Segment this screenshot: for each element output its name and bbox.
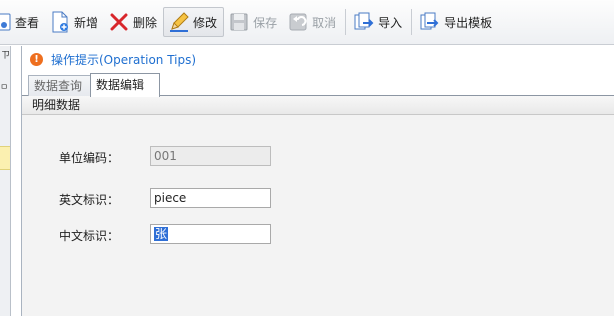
left-panel: ㄗ ㅁ (0, 46, 11, 316)
edit-button[interactable]: 修改 (163, 7, 225, 37)
export-template-button[interactable]: 导出模板 (415, 7, 498, 37)
tab-data-edit[interactable]: 数据编辑 (90, 73, 160, 97)
unit-code-field: 001 (150, 146, 271, 166)
save-disk-icon (228, 11, 250, 33)
edit-label: 修改 (193, 15, 218, 30)
english-id-row: 英文标识： piece (22, 188, 614, 208)
english-id-field[interactable]: piece (150, 188, 271, 208)
unit-code-row: 单位编码： 001 (22, 146, 614, 166)
detail-form: 单位编码： 001 英文标识： piece 中文标识： 张 (22, 116, 614, 316)
pin-icon[interactable]: ㄗ (1, 48, 10, 61)
import-icon (353, 11, 375, 33)
save-button[interactable]: 保存 (224, 7, 283, 37)
pencil-icon (168, 11, 190, 33)
cancel-button[interactable]: 取消 (283, 7, 342, 37)
chinese-id-field[interactable]: 张 (150, 224, 271, 244)
add-label: 新增 (74, 15, 99, 30)
export-icon (419, 11, 441, 33)
toolbar-separator (345, 9, 347, 35)
delete-button[interactable]: 删除 (104, 7, 163, 37)
chinese-id-row: 中文标识： 张 (22, 224, 614, 244)
view-label: 查看 (15, 15, 40, 30)
toolbar: 查看 新增 删除 修改 保存 取消 导入 导出模板 (0, 0, 614, 45)
left-panel-selected-item[interactable] (0, 146, 10, 170)
main-panel: ! 操作提示(Operation Tips) 数据查询 数据编辑 明细数据 单位… (21, 46, 614, 316)
add-button[interactable]: 新增 (45, 7, 104, 37)
delete-x-icon (108, 11, 130, 33)
new-document-icon (49, 11, 71, 33)
english-id-label: 英文标识： (59, 193, 120, 207)
view-icon (0, 11, 12, 33)
tab-bar: 数据查询 数据编辑 (22, 72, 614, 97)
save-label: 保存 (253, 15, 278, 30)
warning-icon: ! (30, 52, 43, 66)
chinese-id-label: 中文标识： (59, 229, 120, 243)
toolbar-separator (411, 9, 413, 35)
import-button[interactable]: 导入 (349, 7, 408, 37)
cancel-label: 取消 (312, 15, 337, 30)
delete-label: 删除 (133, 15, 158, 30)
operation-tips-bar[interactable]: ! 操作提示(Operation Tips) (22, 46, 614, 72)
chinese-id-selected-text: 张 (154, 227, 169, 241)
unit-code-label: 单位编码： (59, 151, 120, 165)
left-panel-item[interactable]: ㅁ (0, 80, 10, 93)
tab-data-query[interactable]: 数据查询 (28, 75, 91, 96)
export-template-label: 导出模板 (444, 15, 493, 30)
undo-icon (287, 11, 309, 33)
view-button[interactable]: 查看 (0, 7, 45, 37)
operation-tips-text[interactable]: 操作提示(Operation Tips) (51, 51, 196, 68)
section-title: 明细数据 (22, 96, 614, 115)
import-label: 导入 (378, 15, 403, 30)
